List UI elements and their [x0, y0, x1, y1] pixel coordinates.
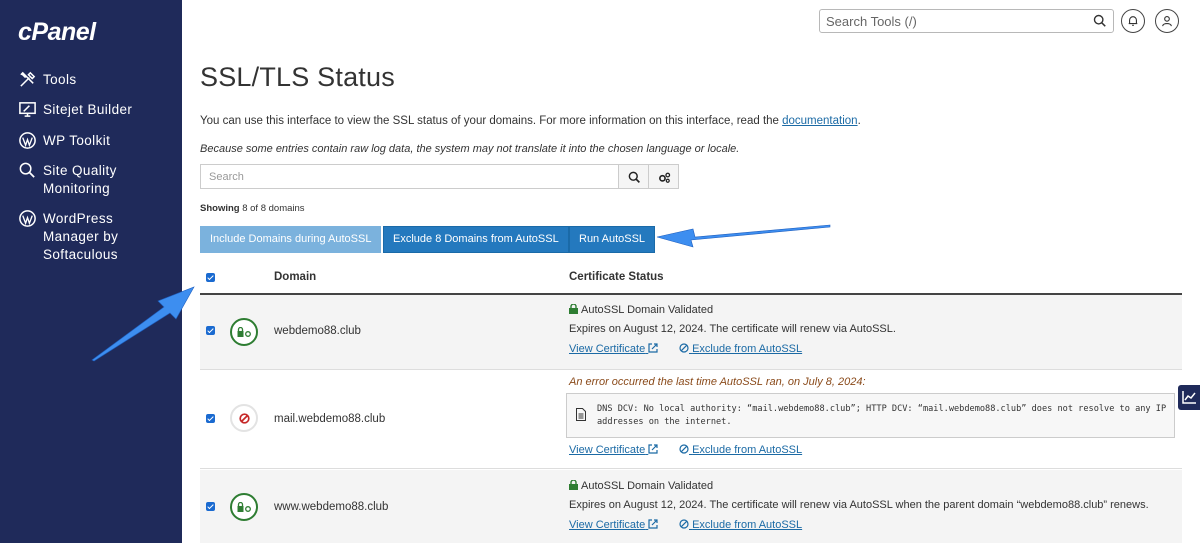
page-title: SSL/TLS Status [200, 62, 395, 92]
exclude-from-autossl-link[interactable]: Exclude from AutoSSL [679, 444, 802, 456]
external-link-icon [648, 519, 658, 529]
sidebar-item-label: Sitejet Builder [43, 102, 133, 117]
document-icon [576, 408, 586, 421]
settings-button[interactable] [648, 164, 679, 189]
sidebar-item-label: Site Quality Monitoring [43, 163, 117, 196]
domain-column-header[interactable]: Domain [274, 271, 316, 283]
link-label: View Certificate [569, 444, 646, 456]
certificate-expiry: Expires on August 12, 2024. The certific… [569, 499, 1149, 511]
search-icon[interactable] [1093, 14, 1107, 28]
link-label: View Certificate [569, 343, 646, 355]
table-row: www.webdemo88.club AutoSSL Domain Valida… [200, 470, 1182, 543]
certificate-status-column-header[interactable]: Certificate Status [569, 271, 664, 283]
external-link-icon [648, 343, 658, 353]
search-tools-input[interactable] [820, 10, 1080, 32]
domain-search-box [200, 164, 619, 189]
lock-key-icon [237, 502, 251, 512]
certificate-status-title: AutoSSL Domain Validated [569, 480, 713, 492]
external-link-icon [648, 444, 658, 454]
certificate-status-title: AutoSSL Domain Validated [569, 304, 713, 316]
sidebar-item-wp-toolkit[interactable]: WP Toolkit [18, 132, 110, 150]
domain-search-input[interactable] [201, 165, 618, 188]
view-certificate-link[interactable]: View Certificate [569, 519, 658, 531]
certificate-expiry: Expires on August 12, 2024. The certific… [569, 323, 896, 335]
lock-key-icon [237, 327, 251, 337]
ban-icon [679, 519, 689, 529]
exclude-from-autossl-link[interactable]: Exclude from AutoSSL [679, 519, 802, 531]
trend-chart-icon [1182, 391, 1196, 404]
documentation-link[interactable]: documentation [782, 115, 857, 127]
exclude-from-autossl-link[interactable]: Exclude from AutoSSL [679, 343, 802, 355]
error-ban-icon [239, 413, 250, 424]
tools-icon [18, 70, 37, 89]
domain-name: www.webdemo88.club [274, 501, 389, 513]
sidebar: cPanel Tools Sitejet Builder WP Toolkit … [0, 0, 182, 543]
ban-icon [679, 343, 689, 353]
status-error-badge [230, 404, 258, 432]
showing-count: Showing 8 of 8 domains [200, 203, 305, 214]
view-certificate-link[interactable]: View Certificate [569, 343, 658, 355]
wordpress-icon [18, 209, 37, 228]
lock-icon [569, 480, 578, 490]
domain-name: mail.webdemo88.club [274, 413, 386, 425]
showing-text: 8 of 8 domains [242, 203, 305, 214]
row-checkbox[interactable] [206, 414, 215, 423]
annotation-arrow-run-autossl [656, 224, 831, 248]
link-label: View Certificate [569, 519, 646, 531]
row-checkbox[interactable] [206, 502, 215, 511]
include-domains-button[interactable]: Include Domains during AutoSSL [200, 226, 382, 253]
status-title-text: AutoSSL Domain Validated [581, 304, 714, 316]
table-row: webdemo88.club AutoSSL Domain Validated … [200, 295, 1182, 370]
domain-name: webdemo88.club [274, 325, 361, 337]
status-title-text: AutoSSL Domain Validated [581, 480, 714, 492]
gears-icon [659, 172, 671, 183]
locale-note: Because some entries contain raw log dat… [200, 143, 740, 155]
intro-sentence: You can use this interface to view the S… [200, 115, 783, 127]
cpanel-logo[interactable]: cPanel [18, 18, 96, 47]
sidebar-item-label: WordPress Manager by Softaculous [43, 211, 119, 262]
intro-text: You can use this interface to view the S… [200, 115, 861, 127]
search-tools-box [819, 9, 1114, 33]
select-all-checkbox[interactable] [206, 273, 215, 282]
sidebar-item-label: WP Toolkit [43, 133, 111, 148]
error-log-box: DNS DCV: No local authority: “mail.webde… [566, 393, 1175, 438]
sidebar-item-tools[interactable]: Tools [18, 71, 77, 89]
intro-period: . [857, 115, 861, 127]
status-valid-badge [230, 493, 258, 521]
view-certificate-link[interactable]: View Certificate [569, 444, 658, 456]
bell-icon [1128, 16, 1138, 26]
lock-icon [569, 304, 578, 314]
sidebar-item-site-quality[interactable]: Site Quality Monitoring [18, 162, 168, 198]
analytics-side-tab[interactable] [1178, 385, 1200, 410]
ban-icon [679, 444, 689, 454]
wordpress-icon [18, 131, 37, 150]
user-icon [1162, 15, 1172, 27]
search-button[interactable] [618, 164, 649, 189]
status-valid-badge [230, 318, 258, 346]
magnifier-icon [18, 161, 37, 180]
sidebar-item-sitejet[interactable]: Sitejet Builder [18, 101, 132, 119]
exclude-domains-button[interactable]: Exclude 8 Domains from AutoSSL [383, 226, 569, 253]
run-autossl-button[interactable]: Run AutoSSL [569, 226, 656, 253]
user-menu-button[interactable] [1155, 9, 1179, 33]
link-label: Exclude from AutoSSL [692, 444, 803, 456]
row-checkbox[interactable] [206, 326, 215, 335]
notifications-button[interactable] [1121, 9, 1145, 33]
error-log-message: DNS DCV: No local authority: “mail.webde… [597, 404, 1167, 427]
sidebar-item-wordpress-manager[interactable]: WordPress Manager by Softaculous [18, 210, 158, 264]
autossl-error-title: An error occurred the last time AutoSSL … [569, 376, 866, 388]
monitor-icon [18, 100, 37, 119]
showing-label: Showing [200, 203, 240, 214]
link-label: Exclude from AutoSSL [692, 519, 803, 531]
sidebar-item-label: Tools [43, 72, 77, 87]
table-row: mail.webdemo88.club An error occurred th… [200, 370, 1182, 469]
link-label: Exclude from AutoSSL [692, 343, 803, 355]
search-icon [628, 171, 640, 183]
